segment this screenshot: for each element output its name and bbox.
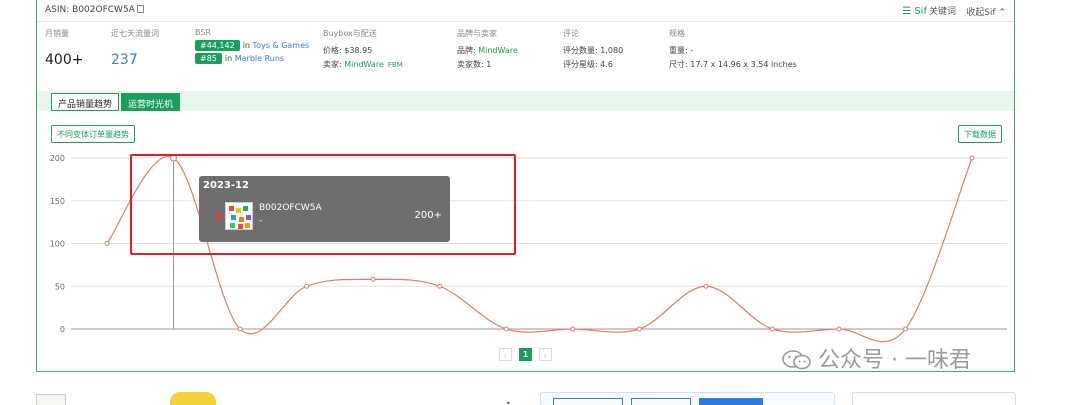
bsr-rank-1: #44,142 in Toys & Games: [195, 40, 309, 51]
tabs-bar: 产品销量趋势 运营时光机: [37, 91, 1014, 111]
download-data-button[interactable]: 下载数据: [958, 125, 1002, 143]
data-point: [104, 241, 110, 246]
highlight-annotation-box: [130, 154, 516, 255]
data-point: [769, 326, 775, 332]
product-image: [170, 392, 216, 405]
tab-sales-trend[interactable]: 产品销量趋势: [51, 93, 120, 111]
reviews-stat: 评论 评分数量: 1,080 评分星级: 4.6: [563, 29, 624, 69]
product-thumb[interactable]: [36, 394, 66, 405]
brand-stat: 品牌与卖家 品牌: MindWare 卖家数: 1: [457, 29, 518, 69]
wechat-icon: [782, 350, 811, 370]
copy-icon[interactable]: [136, 5, 144, 13]
data-point: [570, 326, 576, 332]
monthly-sales-stat: 月销量 400+: [45, 29, 84, 68]
bsr-stat: BSR #44,142 in Toys & Games #85 in Marble …: [195, 28, 310, 64]
weekly-traffic-stat: 近七天流量词 237: [111, 29, 159, 68]
collapse-sif-button[interactable]: 收起Sif ⌃: [966, 5, 1006, 18]
sif-keyword-link[interactable]: ☰ Sif 关键词: [902, 4, 956, 17]
action-button-group: [540, 392, 835, 405]
y-tick-label: 100: [50, 240, 65, 249]
data-point: [503, 326, 509, 332]
sif-product-panel: ASIN: B002OFCW5A ☰ Sif 关键词 收起Sif ⌃ 月销量 40…: [36, 0, 1015, 372]
data-point: [902, 326, 908, 332]
next-page-button[interactable]: ›: [539, 348, 552, 361]
asin-label: ASIN: B002OFCW5A: [45, 5, 144, 15]
bsr-rank-2: #85 in Marble Runs: [195, 53, 309, 64]
spec-stat: 规格 重量: - 尺寸: 17.7 x 14.96 x 3.54 inches: [669, 29, 797, 69]
data-point: [370, 276, 376, 282]
data-point: [703, 283, 709, 289]
action-button-1[interactable]: [553, 398, 623, 405]
prev-page-button[interactable]: ‹: [499, 348, 512, 361]
below-panel-strip: •: [0, 382, 1080, 405]
data-point: [636, 326, 642, 332]
panel-header: ASIN: B002OFCW5A ☰ Sif 关键词 收起Sif ⌃: [37, 0, 1014, 22]
dot-marker: •: [506, 399, 511, 405]
page-1-button[interactable]: 1: [519, 348, 532, 361]
data-point: [836, 326, 842, 332]
action-button-2[interactable]: [631, 398, 691, 405]
side-card: [852, 392, 1016, 405]
data-point: [437, 283, 443, 289]
buybox-stat: Buybox与配送 价格: $38.95 卖家: MindWare FBM: [323, 29, 403, 69]
data-point: [237, 326, 243, 332]
variant-order-trend-button[interactable]: 不同变体订单量趋势: [51, 125, 135, 143]
stats-row: 月销量 400+ 近七天流量词 237 BSR #44,142 in Toys &…: [37, 28, 1014, 78]
data-point: [969, 155, 975, 161]
data-point: [304, 283, 310, 289]
y-tick-label: 150: [50, 197, 65, 206]
y-tick-label: 50: [55, 282, 65, 291]
tab-operation-time-machine[interactable]: 运营时光机: [121, 93, 181, 111]
wechat-watermark: 公众号 · 一味君: [782, 342, 971, 374]
y-tick-label: 0: [60, 325, 65, 334]
y-tick-label: 200: [50, 154, 65, 163]
action-button-3[interactable]: [699, 398, 763, 405]
